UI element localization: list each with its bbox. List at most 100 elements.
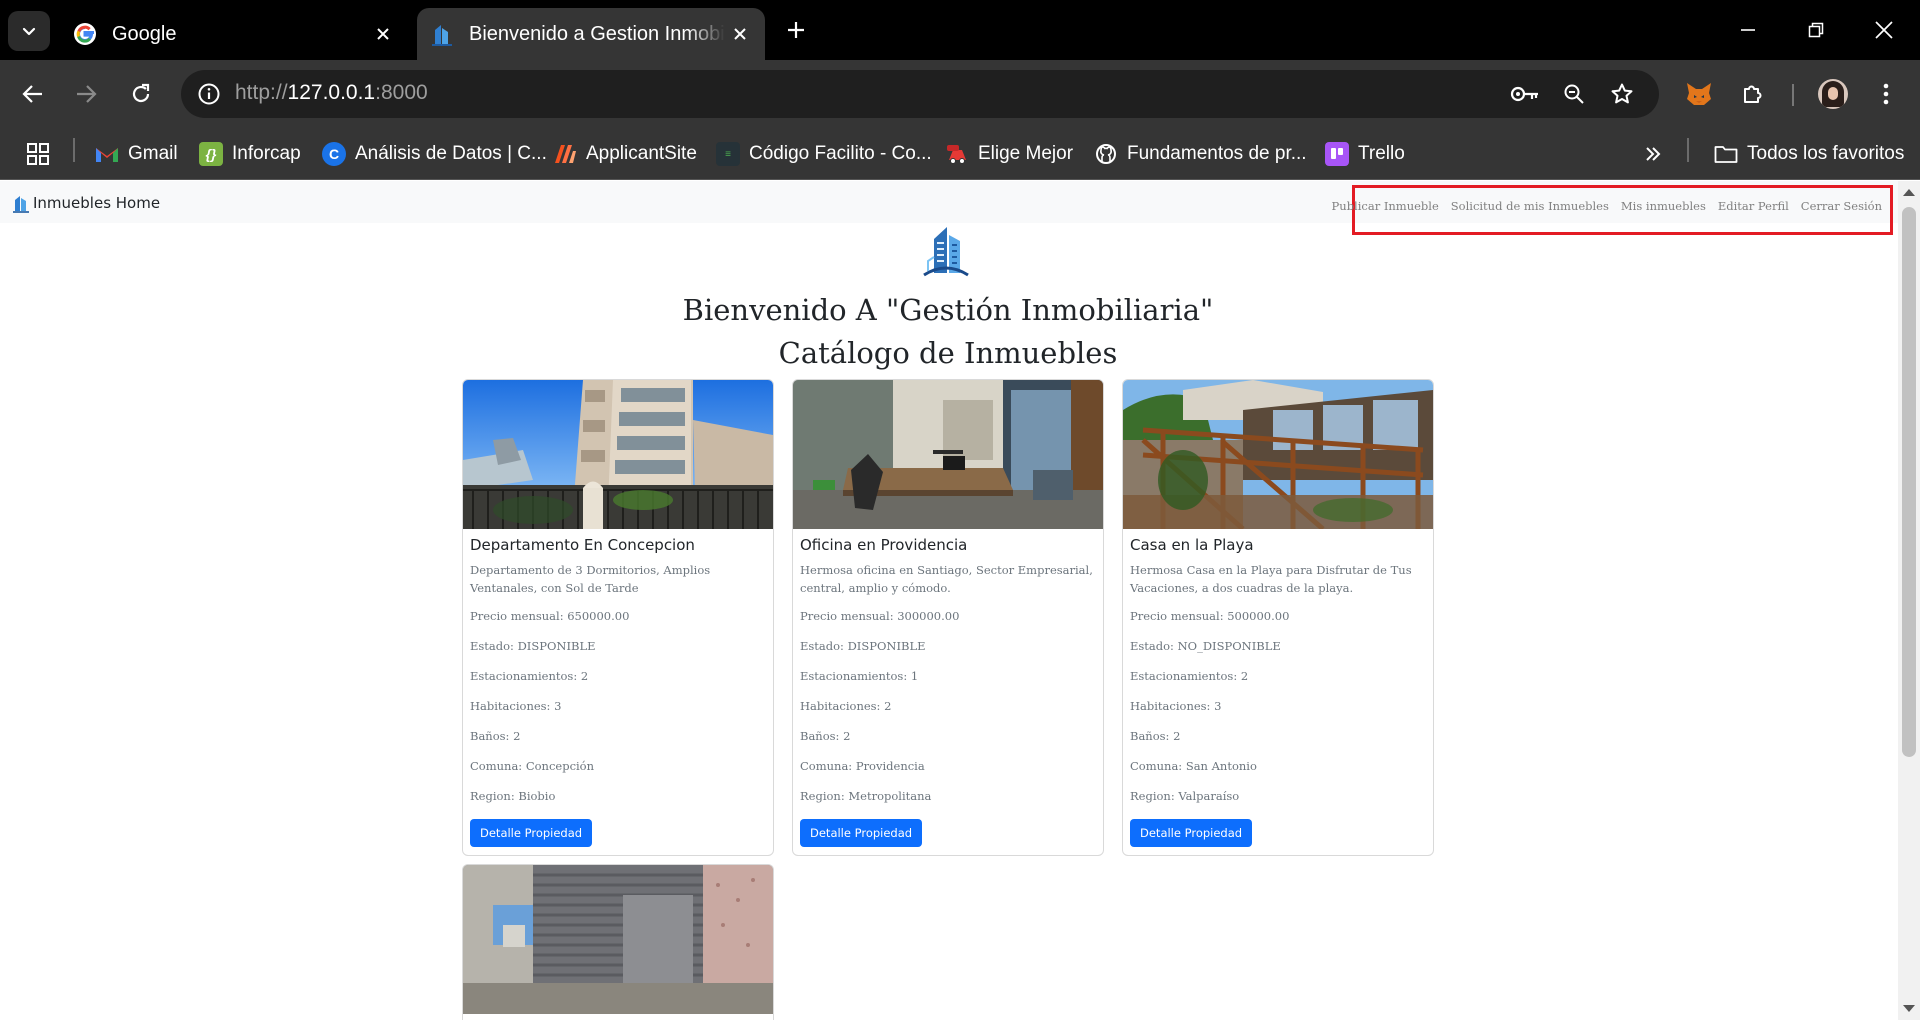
applicantsite-icon	[553, 142, 577, 166]
tab-title: Bienvenido a Gestion Inmobiliaria	[469, 22, 725, 45]
bookmark-trello[interactable]: Trello	[1325, 138, 1405, 170]
property-photo-office[interactable]	[793, 380, 1103, 529]
property-bathrooms: Baños: 2	[1130, 729, 1181, 743]
property-price: Precio mensual: 300000.00	[800, 609, 960, 623]
bookmark-codigo-facilito[interactable]: ≡ Código Facilito - Co...	[716, 138, 932, 170]
building-logo-icon	[13, 196, 29, 213]
property-price: Precio mensual: 500000.00	[1130, 609, 1290, 623]
site-info-icon[interactable]	[191, 76, 227, 112]
bookmark-label: Elige Mejor	[978, 143, 1074, 164]
property-photo-warehouse[interactable]	[463, 865, 773, 1014]
tab-title: Google	[112, 22, 177, 45]
page-scrollbar[interactable]	[1898, 181, 1920, 1020]
property-title: Departamento En Concepcion	[470, 536, 695, 554]
property-parking: Estacionamientos: 2	[1130, 669, 1249, 683]
bookmarks-divider	[1687, 138, 1689, 162]
property-description: Hermosa oficina en Santiago, Sector Empr…	[800, 563, 1093, 595]
nav-cerrar-sesion[interactable]: Cerrar Sesión	[1801, 199, 1882, 213]
bookmark-inforcap[interactable]: {} Inforcap	[199, 138, 301, 170]
property-card: Oficina en Providencia Hermosa oficina e…	[792, 379, 1104, 856]
bookmark-analisis-de-datos[interactable]: C Análisis de Datos | C...	[322, 138, 547, 170]
welcome-heading: Bienvenido A "Gestión Inmobiliaria"	[682, 293, 1214, 327]
arrow-left-icon	[22, 85, 42, 103]
nav-mis-inmuebles[interactable]: Mis inmuebles	[1621, 199, 1706, 213]
plus-icon	[788, 22, 804, 38]
property-title: Oficina en Providencia	[800, 536, 968, 554]
avatar	[1818, 79, 1848, 109]
metamask-extension-icon[interactable]	[1679, 74, 1719, 114]
reload-icon	[132, 83, 150, 103]
scrollbar-thumb[interactable]	[1902, 207, 1916, 757]
property-comuna: Comuna: Providencia	[800, 759, 925, 773]
bookmark-star-icon[interactable]	[1604, 76, 1640, 112]
zoom-icon[interactable]	[1556, 76, 1592, 112]
extensions-puzzle-icon[interactable]	[1733, 74, 1773, 114]
github-icon	[1094, 142, 1118, 166]
property-parking: Estacionamientos: 1	[800, 669, 919, 683]
property-description: Departamento de 3 Dormitorios, Amplios V…	[470, 563, 711, 595]
property-title: Casa en la Playa	[1130, 536, 1254, 554]
forward-button[interactable]	[66, 74, 106, 114]
bookmarks-bar: Gmail {} Inforcap C Análisis de Datos | …	[0, 128, 1920, 180]
nav-editar-perfil[interactable]: Editar Perfil	[1718, 199, 1789, 213]
close-tab-icon[interactable]	[725, 19, 755, 49]
property-status: Estado: DISPONIBLE	[800, 639, 926, 653]
address-bar[interactable]: http://127.0.0.1:8000	[181, 70, 1659, 118]
url-host: 127.0.0.1	[287, 81, 376, 104]
property-detail-button[interactable]: Detalle Propiedad	[800, 819, 923, 847]
url-text[interactable]: http://127.0.0.1:8000	[235, 81, 428, 105]
property-status: Estado: DISPONIBLE	[470, 639, 596, 653]
property-region: Region: Metropolitana	[800, 789, 932, 803]
brand-label: Inmuebles Home	[33, 194, 161, 212]
bookmark-fundamentos[interactable]: Fundamentos de pr...	[1094, 138, 1307, 170]
scroll-up-arrow[interactable]	[1903, 189, 1915, 196]
all-bookmarks-folder[interactable]: Todos los favoritos	[1714, 138, 1904, 170]
property-card: Casa en la Playa Hermosa Casa en la Play…	[1122, 379, 1434, 856]
url-port: :8000	[375, 81, 428, 104]
google-icon	[72, 21, 98, 47]
browser-tab-strip: Google Bienvenido a Gestion Inmobiliaria	[0, 0, 1920, 60]
catalog-heading: Catálogo de Inmuebles	[778, 336, 1118, 370]
apps-button[interactable]	[26, 138, 50, 170]
restore-window-button[interactable]	[1782, 0, 1850, 60]
toolbar-divider	[1792, 84, 1794, 106]
brand-link[interactable]: Inmuebles Home	[12, 193, 160, 213]
property-comuna: Comuna: Concepción	[470, 759, 595, 773]
nav-publicar-inmueble[interactable]: Publicar Inmueble	[1332, 199, 1439, 213]
property-detail-button[interactable]: Detalle Propiedad	[470, 819, 593, 847]
more-bookmarks-button[interactable]	[1644, 138, 1662, 170]
property-detail-button[interactable]: Detalle Propiedad	[1130, 819, 1253, 847]
profile-avatar[interactable]	[1813, 74, 1853, 114]
user-nav-links: Publicar Inmueble Solicitud de mis Inmue…	[1332, 185, 1893, 235]
close-icon	[1875, 21, 1893, 39]
close-window-button[interactable]	[1850, 0, 1918, 60]
eligemejor-icon	[945, 142, 969, 166]
close-tab-icon[interactable]	[368, 19, 398, 49]
bookmark-applicantsite[interactable]: ApplicantSite	[553, 138, 697, 170]
minimize-window-button[interactable]	[1714, 0, 1782, 60]
tab-search-button[interactable]	[8, 11, 50, 51]
property-photo-apartment[interactable]	[463, 380, 773, 529]
property-price: Precio mensual: 650000.00	[470, 609, 630, 623]
bookmark-label: ApplicantSite	[586, 143, 697, 164]
folder-icon	[1714, 142, 1738, 166]
password-key-icon[interactable]	[1507, 76, 1543, 112]
nav-solicitud-mis-inmuebles[interactable]: Solicitud de mis Inmuebles	[1451, 199, 1609, 213]
back-button[interactable]	[13, 74, 53, 114]
arrow-right-icon	[77, 85, 97, 103]
page-title: Bienvenido A "Gestión Inmobiliaria" Catá…	[0, 289, 1896, 375]
tab-gestion-inmobiliaria[interactable]: Bienvenido a Gestion Inmobiliaria	[417, 8, 765, 60]
reload-button[interactable]	[121, 74, 161, 114]
tab-google[interactable]: Google	[60, 8, 408, 60]
bookmark-gmail[interactable]: Gmail	[95, 138, 178, 170]
property-card: Departamento En Concepcion Departamento …	[462, 379, 774, 856]
browser-menu-button[interactable]	[1866, 74, 1906, 114]
new-tab-button[interactable]	[780, 14, 812, 46]
bookmark-label: Código Facilito - Co...	[749, 143, 932, 164]
scroll-down-arrow[interactable]	[1903, 1005, 1915, 1012]
bookmark-label: Todos los favoritos	[1747, 143, 1905, 164]
inforcap-icon: {}	[199, 142, 223, 166]
property-photo-beach-house[interactable]	[1123, 380, 1433, 529]
double-chevron-right-icon	[1646, 147, 1661, 161]
bookmark-elige-mejor[interactable]: Elige Mejor	[945, 138, 1073, 170]
